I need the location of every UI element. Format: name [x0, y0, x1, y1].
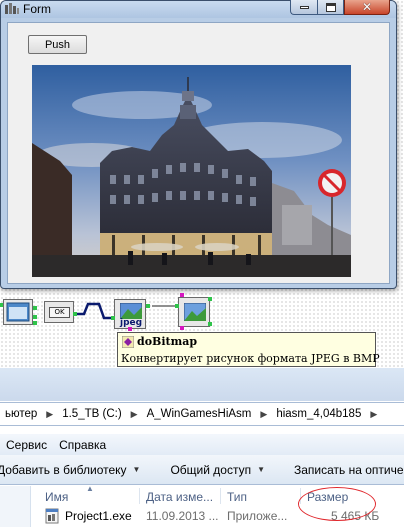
breadcrumb-computer[interactable]: ьютер	[0, 408, 42, 420]
chevron-right-icon[interactable]: ▶	[366, 409, 381, 420]
chevron-right-icon[interactable]: ▶	[256, 409, 271, 420]
column-name[interactable]: Имя	[45, 490, 68, 504]
picture-icon	[184, 303, 206, 321]
hint-title: doBitmap	[137, 335, 198, 348]
link-point	[208, 322, 212, 326]
size-highlight-circle	[298, 487, 376, 521]
file-type: Приложе...	[227, 509, 288, 523]
link-point	[73, 312, 77, 316]
picture-element[interactable]	[178, 297, 210, 327]
address-bar[interactable]: ьютер ▶ 1.5_TB (C:) ▶ A_WinGamesHiAsm ▶ …	[0, 402, 404, 426]
method-point	[128, 327, 132, 331]
link-point	[146, 304, 150, 308]
schema-canvas[interactable]: Form ✕ Push OK jpeg doBitmap Конвертируе…	[0, 0, 404, 368]
column-date[interactable]: Дата изме...	[146, 490, 213, 504]
hint-description: Конвертирует рисунок формата JPEG в BMP	[121, 352, 380, 365]
hint-element-icon	[122, 335, 134, 348]
method-point	[180, 326, 184, 330]
link-point	[175, 304, 179, 308]
chevron-down-icon: ▼	[132, 465, 141, 474]
button-element-label: OK	[49, 307, 70, 318]
share-label: Общий доступ	[170, 462, 252, 477]
button-element[interactable]: OK	[44, 301, 74, 323]
link-point	[33, 321, 37, 325]
column-divider[interactable]	[220, 488, 221, 504]
menu-help[interactable]: Справка	[53, 438, 112, 452]
file-name: Project1.exe	[65, 509, 132, 523]
chevron-down-icon: ▼	[257, 465, 265, 474]
breadcrumb-folder[interactable]: A_WinGamesHiAsm	[142, 408, 257, 420]
column-divider[interactable]	[139, 488, 140, 504]
form-element-icon	[6, 302, 30, 322]
explorer-frame-top	[0, 368, 404, 401]
file-date: 11.09.2013 ...	[146, 509, 219, 523]
column-type[interactable]: Тип	[227, 490, 247, 504]
jpeg-converter-element[interactable]: jpeg	[114, 299, 146, 329]
breadcrumb-current-folder[interactable]: hiasm_4,04b185	[271, 408, 366, 420]
method-point	[180, 293, 184, 297]
burn-label: Записать на оптиче	[294, 462, 404, 477]
chevron-right-icon[interactable]: ▶	[42, 409, 57, 420]
link-point	[33, 306, 37, 310]
command-bar: Добавить в библиотеку ▼ Общий доступ ▼ З…	[0, 455, 404, 485]
add-to-library-button[interactable]: Добавить в библиотеку ▼	[0, 463, 152, 477]
element-hint-tooltip: doBitmap Конвертирует рисунок формата JP…	[117, 332, 380, 367]
exe-file-icon	[45, 508, 59, 524]
add-to-library-label: Добавить в библиотеку	[0, 462, 127, 477]
share-button[interactable]: Общий доступ ▼	[170, 463, 277, 477]
link-point	[208, 297, 212, 301]
form-element[interactable]	[3, 299, 33, 325]
method-point	[111, 316, 115, 320]
file-list: ▲ Имя Дата изме... Тип Размер Project1.e…	[0, 484, 404, 527]
link-point	[0, 303, 3, 307]
menu-service[interactable]: Сервис	[0, 438, 53, 452]
burn-button[interactable]: Записать на оптиче	[294, 463, 404, 477]
link-point	[33, 315, 37, 319]
explorer-window: ьютер ▶ 1.5_TB (C:) ▶ A_WinGamesHiAsm ▶ …	[0, 368, 404, 527]
navigation-pane[interactable]	[0, 486, 31, 527]
chevron-right-icon[interactable]: ▶	[127, 409, 142, 420]
breadcrumb-drive[interactable]: 1.5_TB (C:)	[57, 408, 126, 420]
sort-arrow-icon: ▲	[86, 484, 94, 493]
hint-title-row: doBitmap	[122, 335, 197, 348]
jpeg-converter-icon	[120, 303, 142, 319]
menu-bar: Сервис Справка	[0, 434, 404, 455]
